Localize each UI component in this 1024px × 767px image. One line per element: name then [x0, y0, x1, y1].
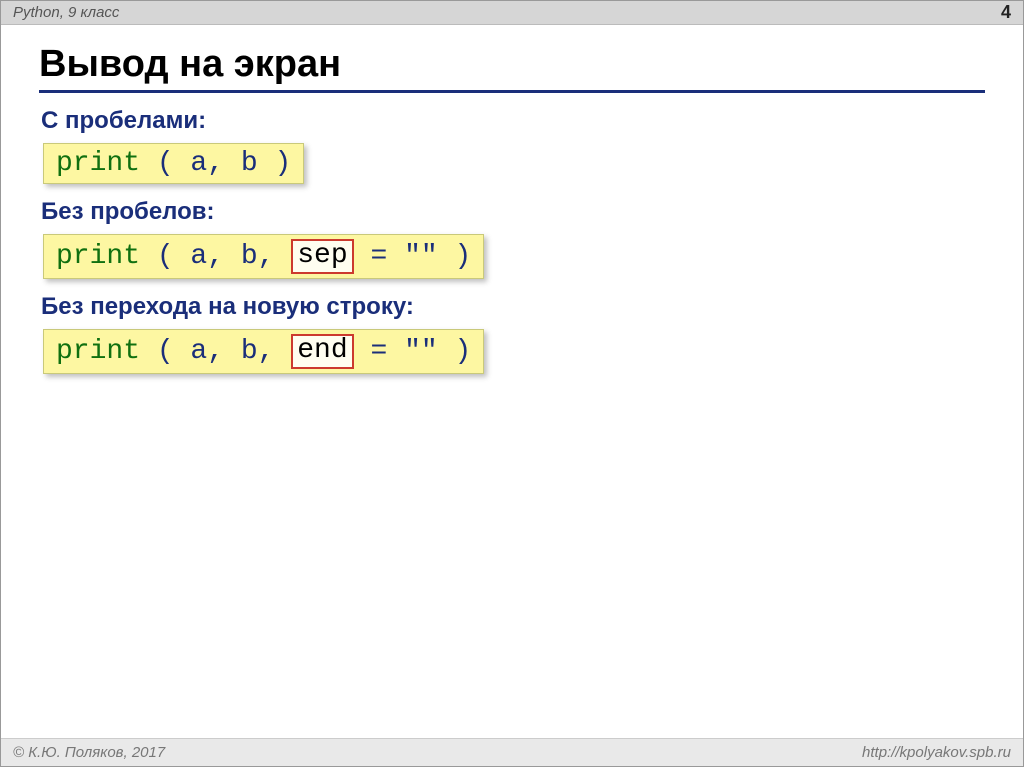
section-label: С пробелами: — [41, 107, 985, 135]
footer-bar: © К.Ю. Поляков, 2017 http://kpolyakov.sp… — [1, 738, 1023, 766]
section-label: Без пробелов: — [41, 198, 985, 226]
code-box: print ( a, b, end = "" ) — [43, 329, 484, 374]
code-keyword: print — [56, 148, 140, 179]
code-text: ( a, b ) — [140, 148, 291, 179]
footer-left: © К.Ю. Поляков, 2017 — [13, 744, 165, 761]
title-rule — [39, 90, 985, 93]
code-text: = "" ) — [354, 336, 472, 367]
code-box: print ( a, b ) — [43, 143, 304, 184]
content-area: Вывод на экран С пробелами: print ( a, b… — [1, 25, 1023, 738]
section-label: Без перехода на новую строку: — [41, 293, 985, 321]
code-keyword: print — [56, 336, 140, 367]
code-box: print ( a, b, sep = "" ) — [43, 234, 484, 279]
slide: Python, 9 класс 4 Вывод на экран С пробе… — [0, 0, 1024, 767]
code-highlight: sep — [291, 239, 353, 274]
header-bar: Python, 9 класс 4 — [1, 1, 1023, 25]
code-keyword: print — [56, 241, 140, 272]
page-title: Вывод на экран — [39, 43, 985, 86]
footer-right: http://kpolyakov.spb.ru — [862, 744, 1011, 761]
page-number: 4 — [1001, 2, 1011, 23]
code-text: ( a, b, — [140, 336, 291, 367]
code-text: = "" ) — [354, 241, 472, 272]
code-highlight: end — [291, 334, 353, 369]
code-text: ( a, b, — [140, 241, 291, 272]
header-left: Python, 9 класс — [13, 4, 119, 21]
